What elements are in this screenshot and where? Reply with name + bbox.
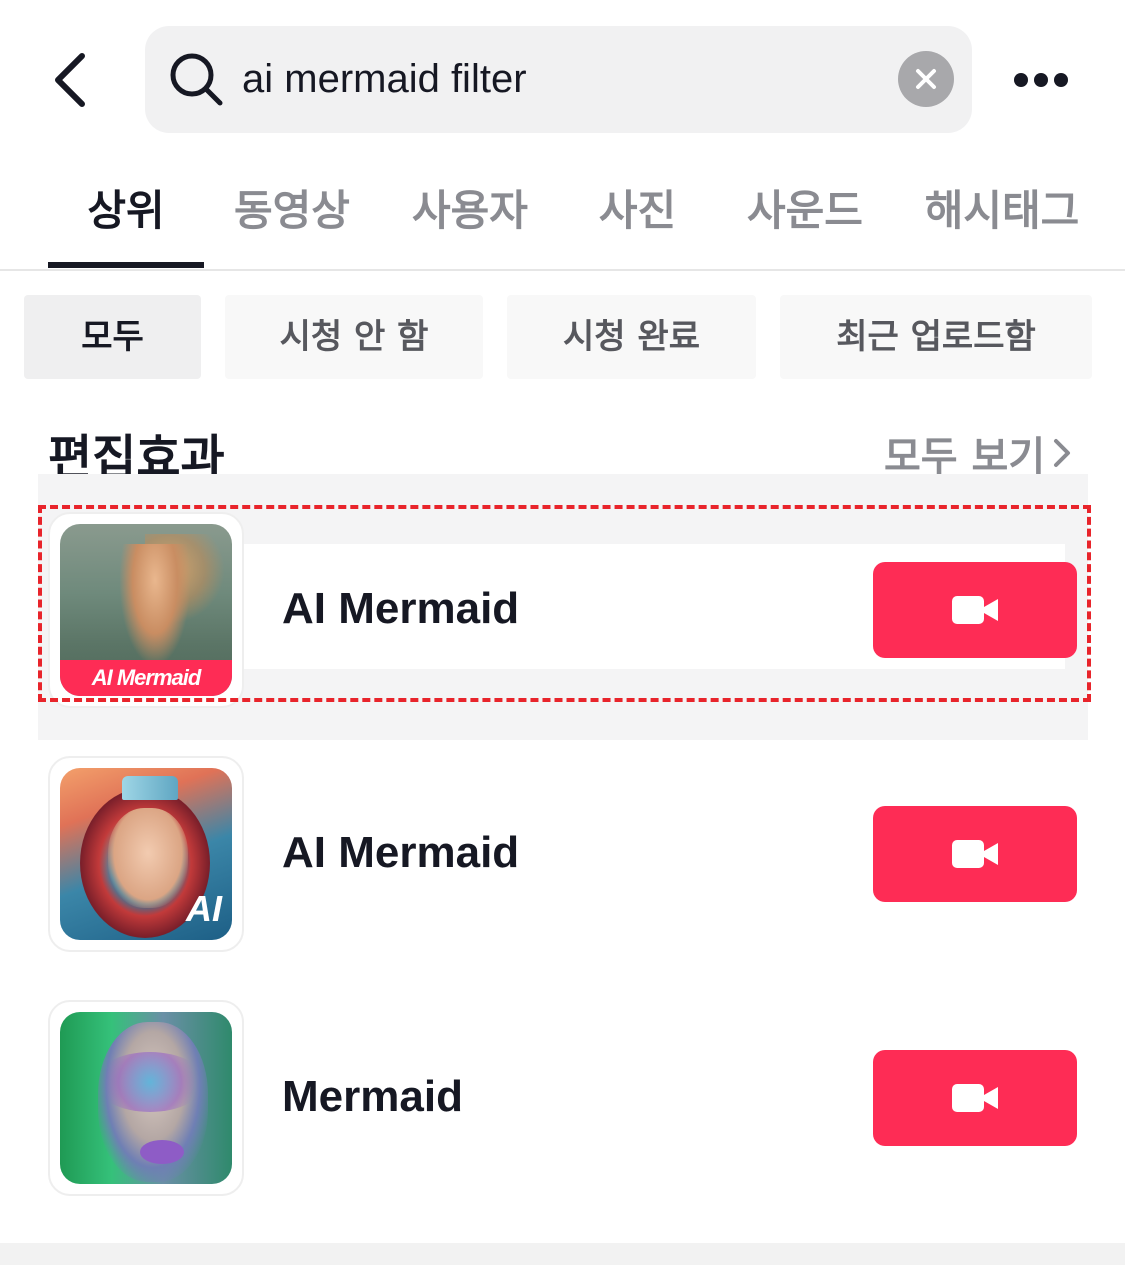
tab-videos[interactable]: 동영상 (222, 165, 362, 269)
thumbnail-label: AI (186, 888, 222, 929)
effect-thumbnail[interactable]: AI (48, 756, 244, 952)
chip-not-watched[interactable]: 시청 안 함 (225, 295, 483, 379)
tab-hashtags[interactable]: 해시태그 (912, 165, 1092, 269)
tab-top[interactable]: 상위 (48, 165, 204, 269)
header: ai mermaid filter (0, 0, 1125, 160)
active-tab-indicator (48, 262, 204, 268)
effect-thumbnail[interactable] (48, 1000, 244, 1196)
use-effect-button[interactable] (873, 1050, 1077, 1146)
chip-recently-uploaded[interactable]: 최근 업로드함 (780, 295, 1092, 379)
chip-watched[interactable]: 시청 완료 (507, 295, 756, 379)
bottom-divider (0, 1243, 1125, 1265)
effect-name[interactable]: AI Mermaid (282, 828, 519, 878)
effect-row[interactable]: AI Mermaid AI Mermaid (0, 509, 1125, 709)
video-camera-icon (952, 1084, 998, 1112)
effect-thumbnail-image (60, 1012, 232, 1184)
effect-thumbnail-image: AI Mermaid (60, 524, 232, 696)
effect-name[interactable]: Mermaid (282, 1072, 463, 1122)
tab-photos[interactable]: 사진 (585, 165, 690, 269)
video-camera-icon (952, 596, 998, 624)
more-icon (1054, 73, 1068, 87)
search-bar[interactable]: ai mermaid filter (145, 26, 972, 133)
use-effect-button[interactable] (873, 562, 1077, 658)
search-tabs: 상위 동영상 사용자 사진 사운드 해시태그 (0, 165, 1125, 271)
more-icon (1034, 73, 1048, 87)
back-button[interactable] (40, 45, 100, 115)
filter-chips: 모두 시청 안 함 시청 완료 최근 업로드함 (0, 295, 1125, 380)
effect-thumbnail[interactable]: AI Mermaid (48, 512, 244, 708)
tab-sounds[interactable]: 사운드 (735, 165, 875, 269)
thumbnail-label: AI Mermaid (60, 660, 232, 696)
effect-name[interactable]: AI Mermaid (282, 584, 519, 634)
clear-search-button[interactable] (898, 51, 954, 107)
chevron-left-icon (55, 53, 85, 107)
search-input[interactable]: ai mermaid filter (242, 26, 882, 133)
more-icon (1014, 73, 1028, 87)
video-camera-icon (952, 840, 998, 868)
effect-row[interactable]: Mermaid (0, 997, 1125, 1197)
effect-thumbnail-image: AI (60, 768, 232, 940)
search-icon (170, 53, 223, 106)
tab-users[interactable]: 사용자 (400, 165, 540, 269)
more-options-button[interactable] (1005, 55, 1077, 105)
clear-icon (916, 69, 936, 89)
effect-row[interactable]: AI AI Mermaid (0, 753, 1125, 953)
chevron-right-icon (1054, 439, 1071, 467)
use-effect-button[interactable] (873, 806, 1077, 902)
chip-all[interactable]: 모두 (24, 295, 201, 379)
